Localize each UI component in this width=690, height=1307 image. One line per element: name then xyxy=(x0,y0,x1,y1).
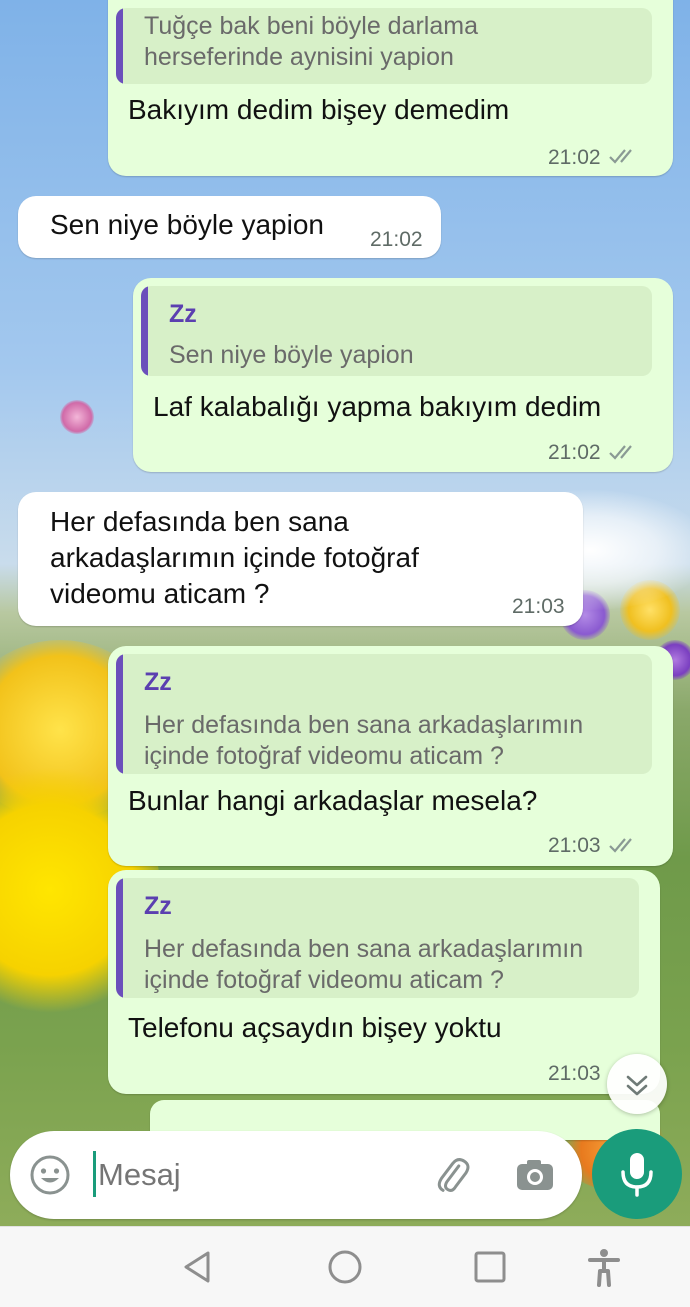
message-text: Laf kalabalığı yapma bakıyım dedim xyxy=(153,391,602,422)
message-text: Bunlar hangi arkadaşlar mesela? xyxy=(128,785,538,816)
emoji-icon[interactable] xyxy=(28,1153,72,1197)
home-icon[interactable] xyxy=(325,1247,365,1287)
quoted-message[interactable]: Zz Her defasında ben sana arkadaşlarımın… xyxy=(116,654,652,774)
accessibility-icon[interactable] xyxy=(584,1247,624,1287)
quoted-text: Sen niye böyle yapion xyxy=(169,341,414,369)
quoted-text: içinde fotoğraf videomu aticam ? xyxy=(144,742,504,770)
camera-icon[interactable] xyxy=(513,1153,557,1197)
message-bubble-outgoing[interactable]: Zz Sen niye böyle yapion Laf kalabalığı … xyxy=(133,278,673,472)
message-time: 21:03 xyxy=(512,595,565,618)
read-receipt-icon xyxy=(609,445,632,460)
quoted-text: Her defasında ben sana arkadaşlarımın xyxy=(144,935,584,963)
voice-message-button[interactable] xyxy=(592,1129,682,1219)
recents-icon[interactable] xyxy=(470,1247,510,1287)
microphone-icon xyxy=(621,1153,653,1197)
message-time: 21:02 xyxy=(548,146,601,169)
message-bubble-outgoing[interactable]: Zz Her defasında ben sana arkadaşlarımın… xyxy=(108,870,660,1094)
message-text: Telefonu açsaydın bişey yoktu xyxy=(128,1012,502,1043)
message-time: 21:02 xyxy=(548,441,601,464)
message-text: videomu aticam ? xyxy=(50,578,270,609)
message-bubble-incoming[interactable]: Her defasında ben sana arkadaşlarımın iç… xyxy=(18,492,583,626)
double-chevron-down-icon xyxy=(626,1075,648,1096)
message-time: 21:02 xyxy=(370,228,423,251)
read-receipt-icon xyxy=(609,838,632,853)
message-text: arkadaşlarımın içinde fotoğraf xyxy=(50,542,419,573)
message-text: Sen niye böyle yapion xyxy=(50,209,324,240)
paperclip-icon[interactable] xyxy=(430,1153,474,1197)
message-bubble-outgoing[interactable]: Tuğçe bak beni böyle darlama herseferind… xyxy=(108,0,673,176)
message-text: Her defasında ben sana xyxy=(50,506,349,537)
message-composer xyxy=(10,1131,582,1219)
message-time: 21:03 xyxy=(548,1062,601,1085)
quoted-text: içinde fotoğraf videomu aticam ? xyxy=(144,966,504,994)
quoted-message[interactable]: Zz Her defasında ben sana arkadaşlarımın… xyxy=(116,878,639,998)
message-bubble-outgoing[interactable]: Zz Her defasında ben sana arkadaşlarımın… xyxy=(108,646,673,866)
back-icon[interactable] xyxy=(178,1247,218,1287)
quoted-text: Tuğçe bak beni böyle darlama xyxy=(144,12,478,40)
quoted-sender: Zz xyxy=(144,892,172,920)
quoted-sender: Zz xyxy=(169,300,197,328)
quoted-message[interactable]: Tuğçe bak beni böyle darlama herseferind… xyxy=(116,8,652,84)
scroll-to-bottom-button[interactable] xyxy=(607,1054,667,1114)
message-time: 21:03 xyxy=(548,834,601,857)
message-text: Bakıyım dedim bişey demedim xyxy=(128,94,510,125)
text-cursor xyxy=(93,1151,96,1197)
quoted-message[interactable]: Zz Sen niye böyle yapion xyxy=(141,286,652,376)
read-receipt-icon xyxy=(609,149,632,164)
system-navigation-bar xyxy=(0,1226,690,1307)
message-input[interactable] xyxy=(98,1149,398,1201)
message-bubble-incoming[interactable]: Sen niye böyle yapion 21:02 xyxy=(18,196,441,258)
quoted-sender: Zz xyxy=(144,668,172,696)
quoted-text: Her defasında ben sana arkadaşlarımın xyxy=(144,711,584,739)
quoted-text: herseferinde aynisini yapion xyxy=(144,43,454,71)
